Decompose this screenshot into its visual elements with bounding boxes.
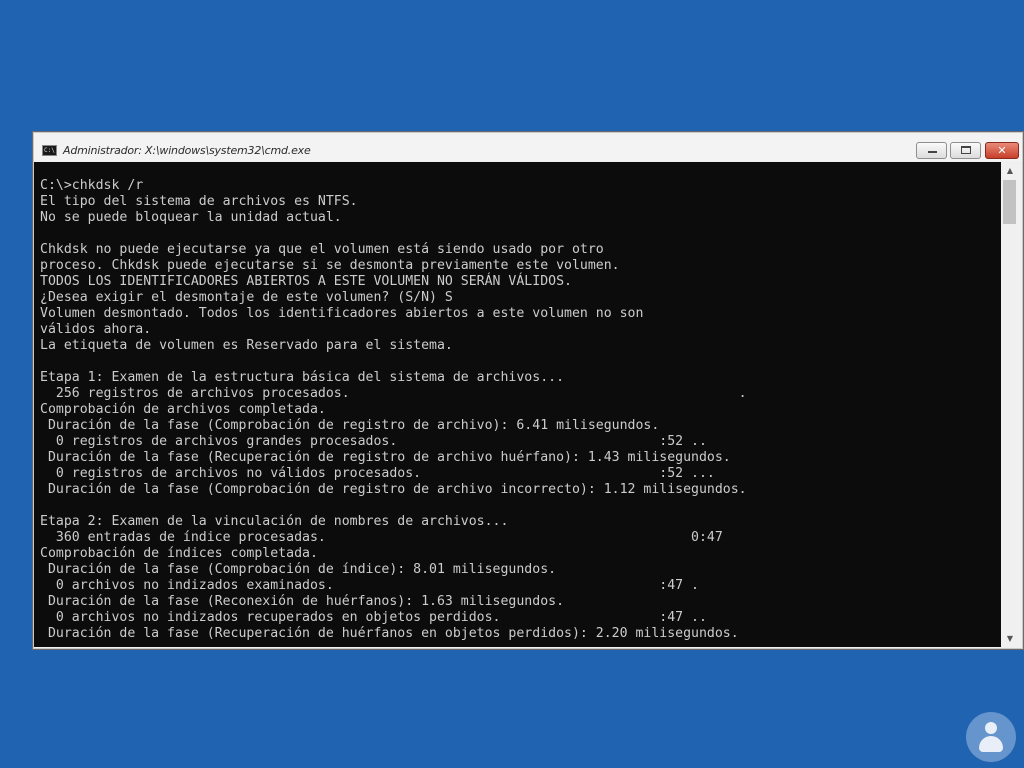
console-line: Duración de la fase (Reconexión de huérf… — [40, 594, 565, 609]
console-line: Duración de la fase (Comprobación de reg… — [40, 418, 660, 433]
title-bar[interactable]: C:\ Administrador: X:\windows\system32\c… — [34, 133, 1022, 161]
cmd-icon[interactable]: C:\ — [42, 145, 57, 156]
console-line: No se puede bloquear la unidad actual. — [40, 210, 342, 225]
console-line: 0 archivos no indizados recuperados en o… — [40, 610, 707, 625]
console-line: proceso. Chkdsk puede ejecutarse si se d… — [40, 258, 620, 273]
scroll-up-icon[interactable]: ▲ — [1001, 162, 1019, 179]
console-line: Duración de la fase (Recuperación de hué… — [40, 626, 739, 641]
watermark-logo — [966, 712, 1016, 762]
close-icon: ✕ — [997, 144, 1007, 157]
console-line: Duración de la fase (Recuperación de reg… — [40, 450, 731, 465]
console-line: La etiqueta de volumen es Reservado para… — [40, 338, 453, 353]
console-line: Chkdsk no puede ejecutarse ya que el vol… — [40, 242, 604, 257]
close-button[interactable]: ✕ — [985, 142, 1019, 159]
console-line: válidos ahora. — [40, 322, 152, 337]
minimize-button[interactable] — [916, 142, 947, 159]
vertical-scrollbar[interactable]: ▲ ▼ — [1001, 162, 1019, 647]
console-output[interactable]: C:\>chkdsk /r El tipo del sistema de arc… — [34, 162, 1001, 647]
console-line: El tipo del sistema de archivos es NTFS. — [40, 194, 358, 209]
scroll-thumb[interactable] — [1003, 180, 1016, 224]
console-line: 360 entradas de índice procesadas. 0:47 — [40, 530, 723, 545]
console-line: C:\>chkdsk /r — [40, 178, 144, 193]
minimize-icon — [928, 151, 937, 153]
console-line: Duración de la fase (Comprobación de reg… — [40, 482, 747, 497]
console-text: C:\>chkdsk /r El tipo del sistema de arc… — [34, 162, 1001, 642]
console-line: Etapa 1: Examen de la estructura básica … — [40, 370, 565, 385]
console-line: 0 archivos no indizados examinados. :47 … — [40, 578, 699, 593]
console-line: 0 registros de archivos grandes procesad… — [40, 434, 707, 449]
console-line: Etapa 2: Examen de la vinculación de nom… — [40, 514, 509, 529]
console-line: Duración de la fase (Comprobación de índ… — [40, 562, 557, 577]
console-line: TODOS LOS IDENTIFICADORES ABIERTOS A EST… — [40, 274, 572, 289]
window-title: Administrador: X:\windows\system32\cmd.e… — [63, 144, 311, 157]
maximize-button[interactable] — [950, 142, 981, 159]
console-line: 0 registros de archivos no válidos proce… — [40, 466, 715, 481]
console-line: 256 registros de archivos procesados. . — [40, 386, 747, 401]
console-line: Comprobación de índices completada. — [40, 546, 318, 561]
console-line: Volumen desmontado. Todos los identifica… — [40, 306, 644, 321]
console-line: ¿Desea exigir el desmontaje de este volu… — [40, 290, 453, 305]
resize-grip-icon[interactable] — [1017, 643, 1023, 649]
maximize-icon — [961, 146, 971, 154]
console-line: Comprobación de archivos completada. — [40, 402, 326, 417]
cmd-window: C:\ Administrador: X:\windows\system32\c… — [32, 131, 1024, 650]
